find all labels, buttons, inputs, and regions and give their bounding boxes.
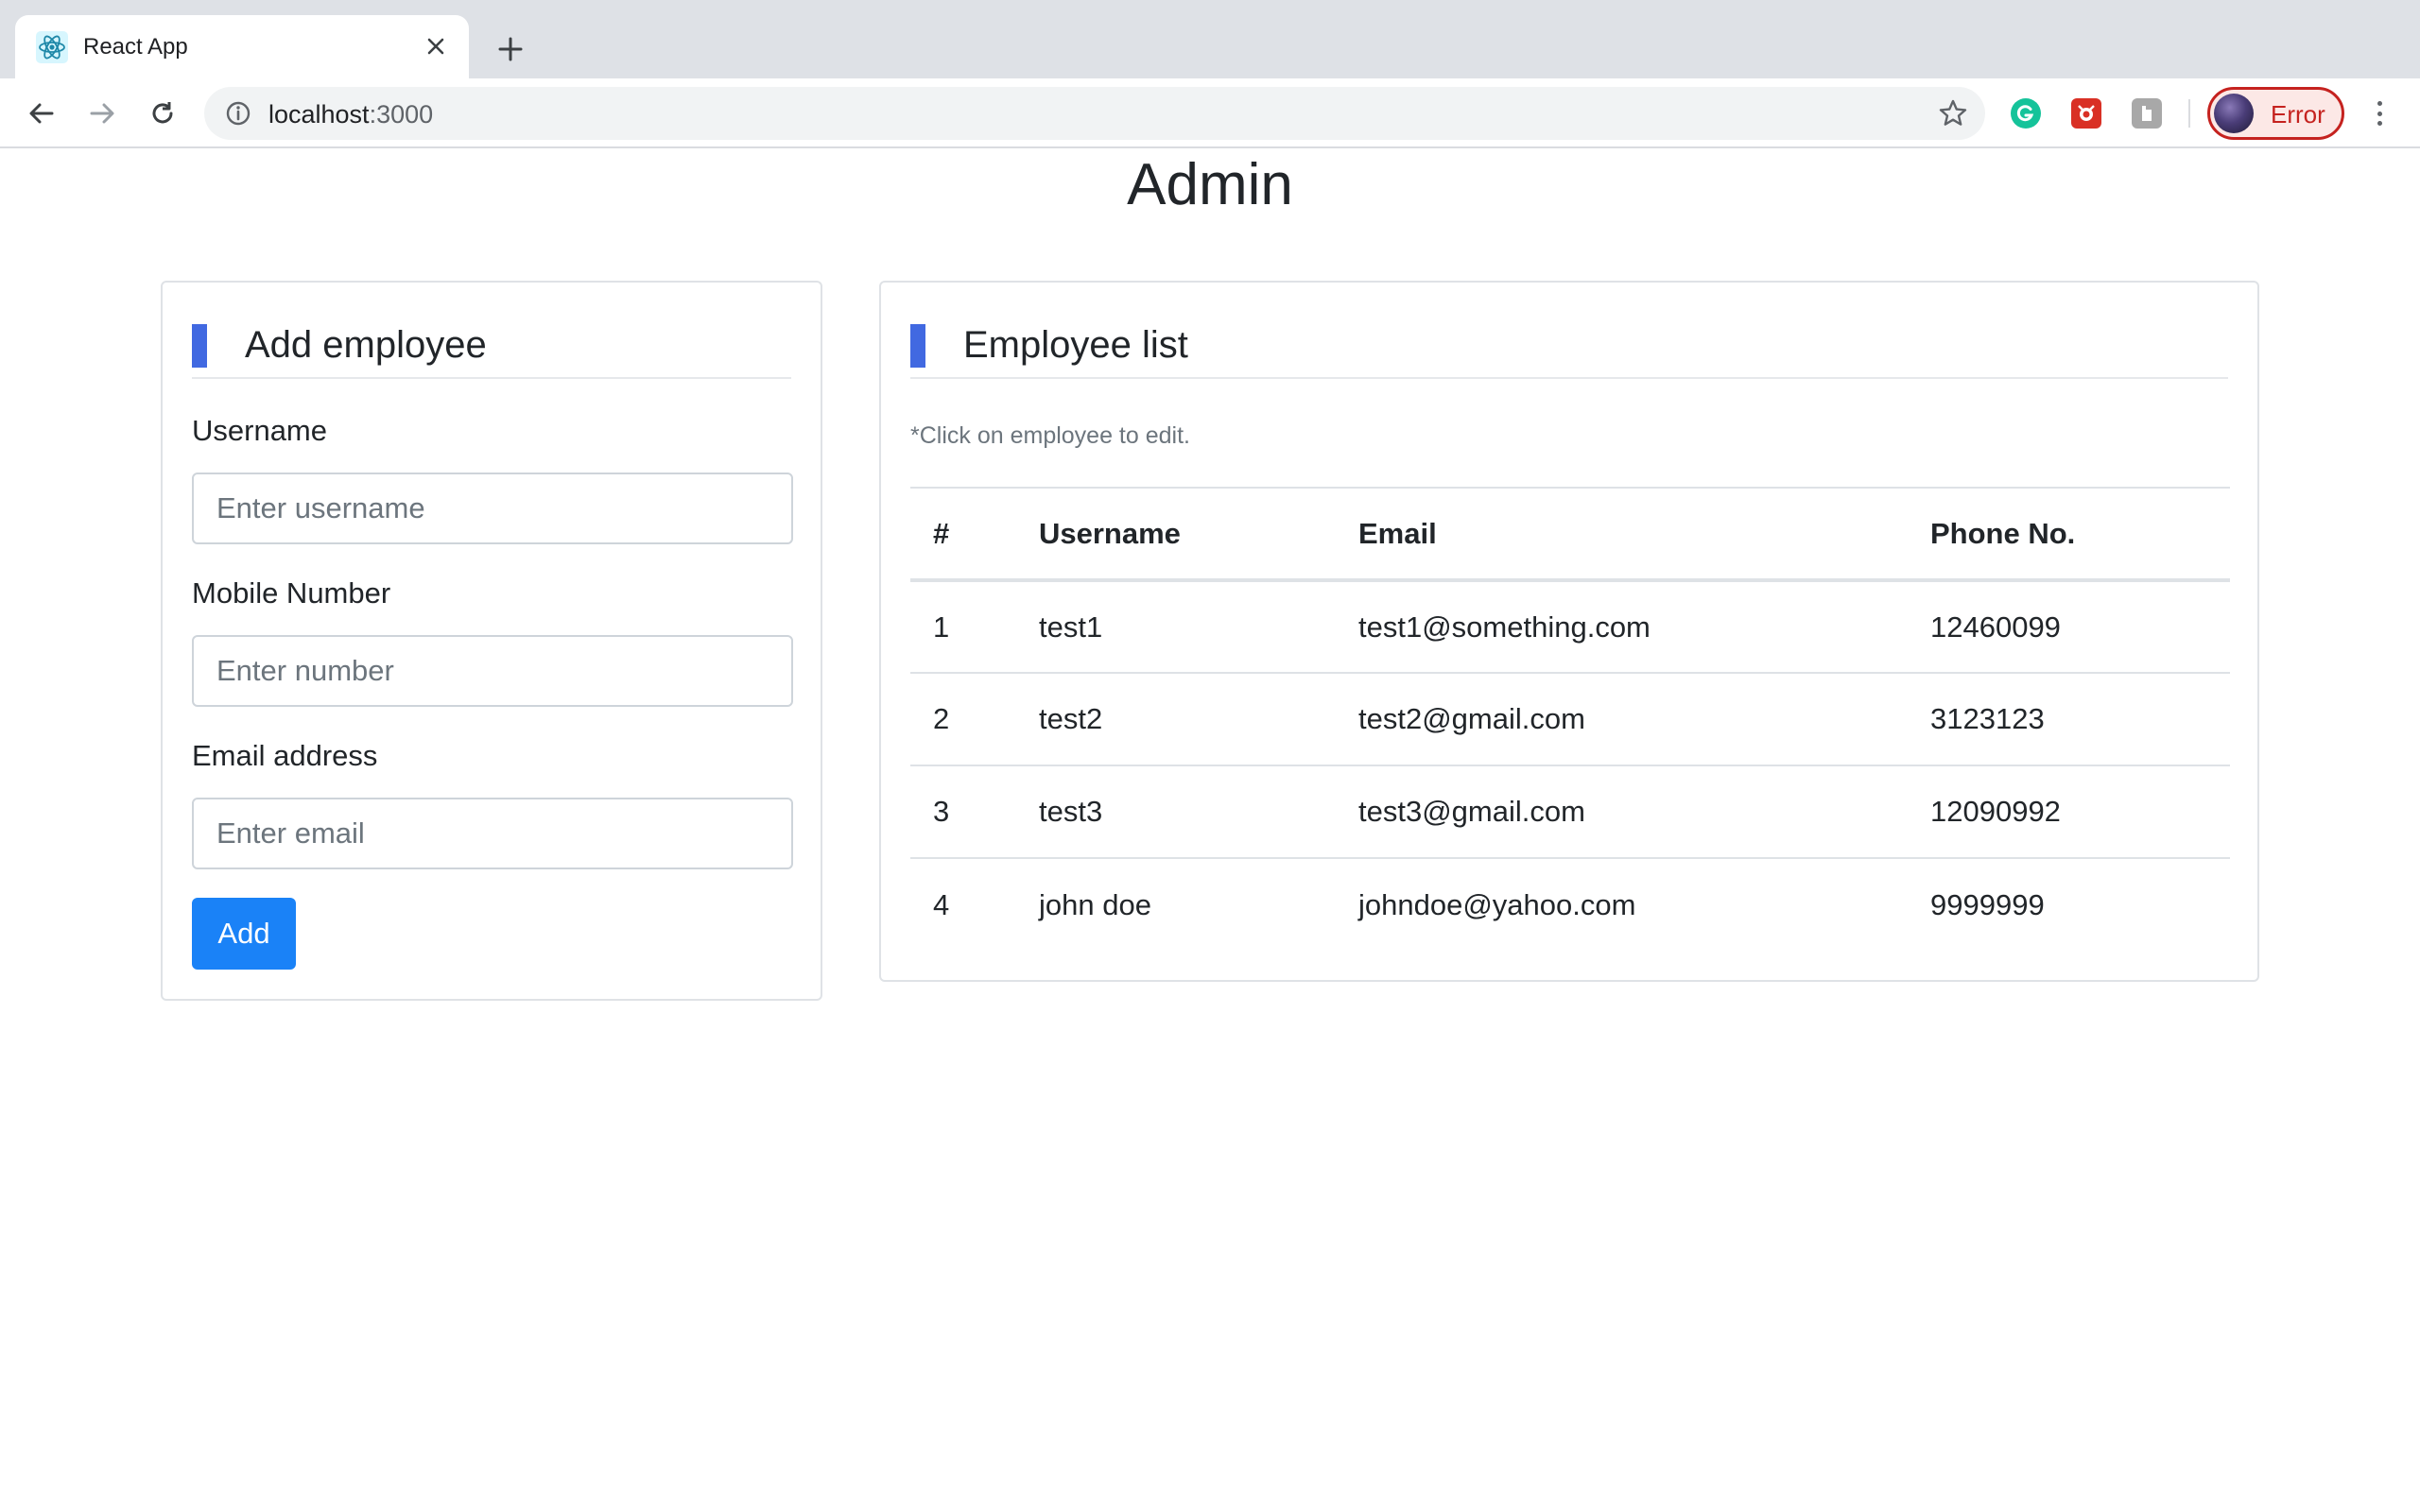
avatar bbox=[2214, 94, 2254, 133]
close-tab-icon[interactable] bbox=[422, 32, 450, 60]
add-employee-header: Add employee bbox=[192, 303, 791, 379]
browser-toolbar: localhost:3000 Error bbox=[0, 78, 2420, 148]
bookmark-star-icon[interactable] bbox=[1938, 98, 1968, 129]
extension-puzzle-icon[interactable] bbox=[2132, 98, 2162, 129]
employee-list-title: Employee list bbox=[963, 324, 1188, 366]
mobile-number-input[interactable] bbox=[192, 635, 793, 707]
new-tab-plus-icon[interactable] bbox=[492, 30, 529, 68]
row-username: test1 bbox=[1039, 610, 1103, 644]
page-title: Admin bbox=[1127, 152, 1293, 217]
username-input[interactable] bbox=[192, 472, 793, 544]
row-email: test1@something.com bbox=[1358, 610, 1651, 644]
browser-menu-icon[interactable] bbox=[2363, 97, 2395, 129]
table-row[interactable]: 4 john doe johndoe@yahoo.com 9999999 bbox=[910, 858, 2230, 951]
url-text: localhost:3000 bbox=[268, 100, 433, 129]
column-header-email: Email bbox=[1358, 516, 1437, 550]
reload-icon[interactable] bbox=[142, 93, 183, 134]
profile-button[interactable]: Error bbox=[2207, 87, 2344, 140]
email-label: Email address bbox=[192, 739, 378, 772]
toolbar-divider bbox=[2188, 99, 2190, 128]
table-row[interactable]: 1 test1 test1@something.com 12460099 bbox=[910, 580, 2230, 673]
row-phone: 9999999 bbox=[1930, 887, 2045, 921]
grammarly-extension-icon[interactable] bbox=[2011, 98, 2041, 129]
table-row[interactable]: 2 test2 test2@gmail.com 3123123 bbox=[910, 673, 2230, 765]
column-header-username: Username bbox=[1039, 516, 1181, 550]
table-row[interactable]: 3 test3 test3@gmail.com 12090992 bbox=[910, 765, 2230, 858]
forward-arrow-icon[interactable] bbox=[81, 93, 123, 134]
url-port: :3000 bbox=[369, 100, 434, 129]
add-employee-title: Add employee bbox=[245, 324, 487, 366]
row-username: test3 bbox=[1039, 795, 1103, 828]
accent-bar bbox=[192, 324, 207, 368]
accent-bar bbox=[910, 324, 925, 368]
back-arrow-icon[interactable] bbox=[21, 93, 62, 134]
table-header-row: # Username Email Phone No. bbox=[910, 488, 2230, 580]
row-number: 2 bbox=[933, 702, 950, 735]
browser-tab-strip: React App bbox=[0, 0, 2420, 78]
url-host: localhost bbox=[268, 100, 370, 129]
row-number: 3 bbox=[933, 795, 950, 828]
address-bar[interactable]: localhost:3000 bbox=[204, 87, 1985, 140]
row-phone: 12460099 bbox=[1930, 610, 2061, 644]
row-username: test2 bbox=[1039, 702, 1103, 735]
react-logo-icon bbox=[36, 31, 68, 63]
row-username: john doe bbox=[1039, 887, 1151, 921]
browser-tab[interactable]: React App bbox=[15, 15, 469, 78]
row-email: johndoe@yahoo.com bbox=[1358, 887, 1636, 921]
mobile-number-label: Mobile Number bbox=[192, 576, 391, 610]
employee-list-header: Employee list bbox=[910, 303, 2228, 379]
row-phone: 3123123 bbox=[1930, 702, 2045, 735]
edit-hint: *Click on employee to edit. bbox=[910, 422, 1190, 449]
tab-title: React App bbox=[83, 34, 188, 60]
add-employee-card: Add employee Username Mobile Number Emai… bbox=[161, 281, 822, 1001]
add-button[interactable]: Add bbox=[192, 898, 296, 970]
site-info-icon[interactable] bbox=[225, 100, 251, 127]
employee-table: # Username Email Phone No. 1 test1 test1… bbox=[910, 487, 2230, 951]
employee-list-card: Employee list *Click on employee to edit… bbox=[879, 281, 2259, 982]
row-number: 4 bbox=[933, 887, 950, 921]
column-header-number: # bbox=[933, 516, 950, 550]
row-email: test3@gmail.com bbox=[1358, 795, 1585, 828]
bug-extension-icon[interactable] bbox=[2071, 98, 2101, 129]
email-input[interactable] bbox=[192, 798, 793, 869]
profile-status-label: Error bbox=[2271, 100, 2325, 129]
username-label: Username bbox=[192, 414, 327, 447]
row-email: test2@gmail.com bbox=[1358, 702, 1585, 735]
column-header-phone: Phone No. bbox=[1930, 516, 2076, 550]
row-number: 1 bbox=[933, 610, 950, 644]
row-phone: 12090992 bbox=[1930, 795, 2061, 828]
